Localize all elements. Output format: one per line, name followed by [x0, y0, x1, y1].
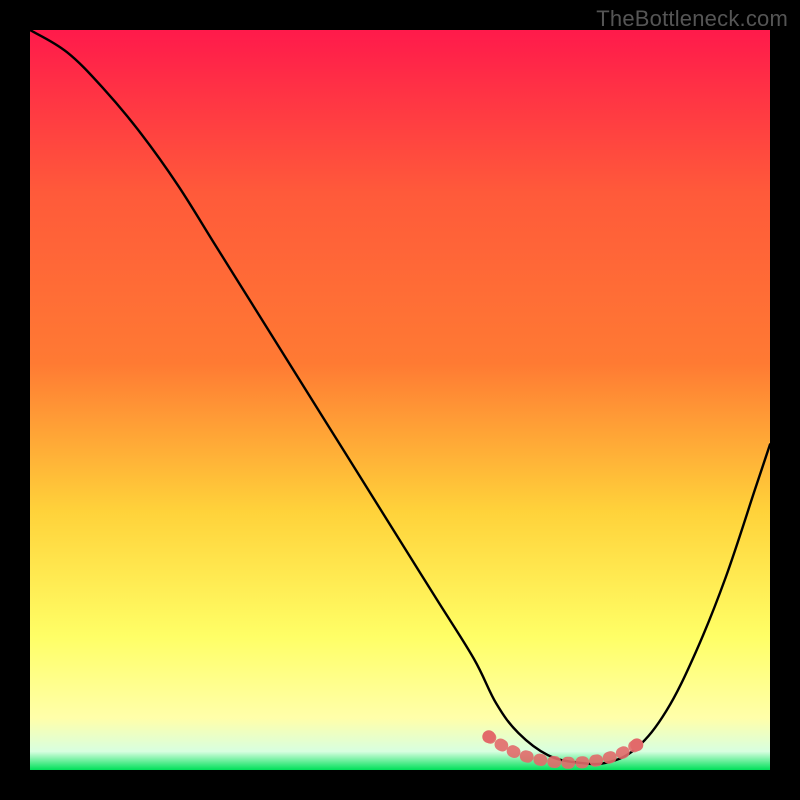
watermark-text: TheBottleneck.com [596, 6, 788, 32]
gradient-background [30, 30, 770, 770]
chart-container: TheBottleneck.com [0, 0, 800, 800]
chart-svg [30, 30, 770, 770]
plot-area [30, 30, 770, 770]
